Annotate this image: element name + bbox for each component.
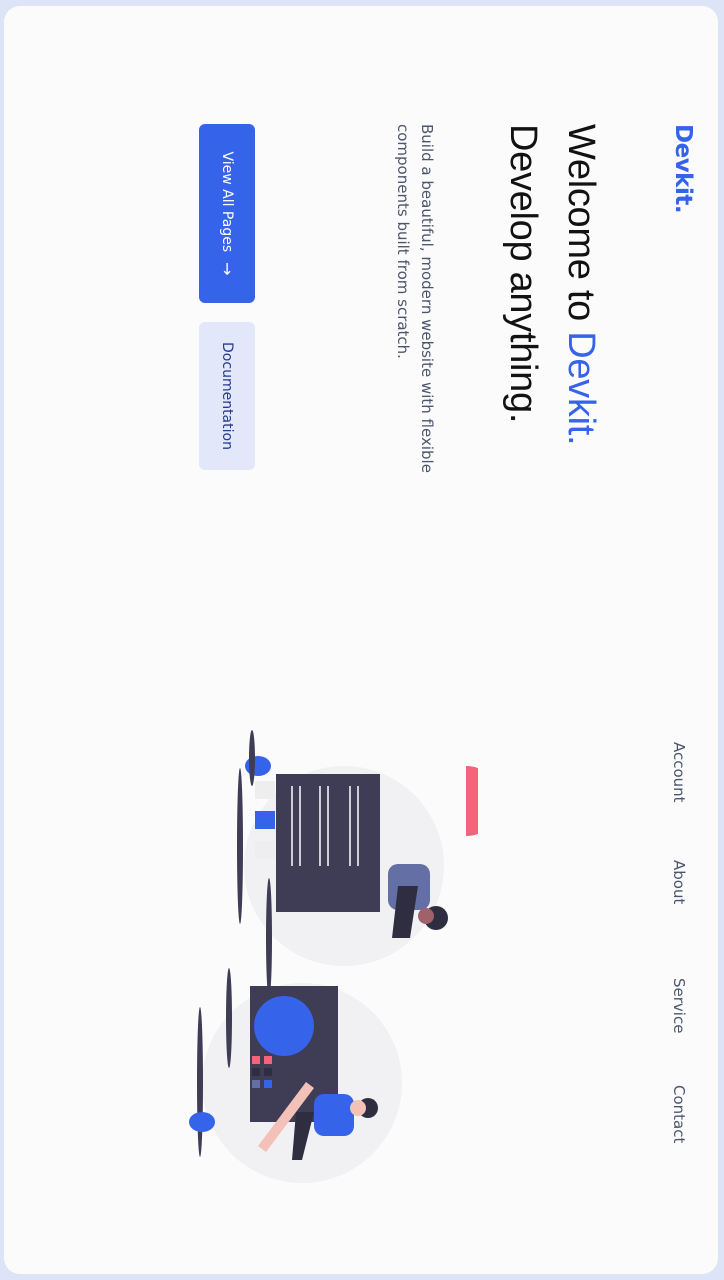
landing-page: Devkit. Account About Service Contact We… (4, 6, 718, 1274)
hero-title-accent: Devkit. (560, 331, 602, 446)
rack-slot-white-2 (255, 841, 275, 859)
hero-illustration (189, 730, 478, 1183)
hero-title-prefix: Welcome to (560, 124, 602, 332)
brand-logo[interactable]: Devkit. (670, 124, 696, 213)
server-screen-circle (254, 996, 314, 1056)
documentation-label: Documentation (219, 342, 235, 450)
rack-slot-white-1 (255, 781, 275, 799)
hero-subtitle: Build a beautiful, modern website with f… (394, 124, 436, 473)
rack-slot-blue (255, 811, 275, 829)
documentation-button[interactable]: Documentation (199, 322, 255, 470)
nav-link-service[interactable]: Service (670, 978, 688, 1033)
view-all-pages-label: View All Pages (219, 151, 235, 253)
nav-link-contact[interactable]: Contact (670, 1085, 688, 1143)
arrow-right-icon: → (218, 262, 237, 276)
plant-leaf-left (245, 756, 271, 776)
pink-semicircle (466, 766, 478, 836)
nav-link-account[interactable]: Account (670, 742, 688, 803)
plant-leaf-right (189, 1112, 215, 1132)
hero-title-line2: Develop anything. (502, 124, 544, 424)
hero-title-line1: Welcome to Devkit. (559, 124, 602, 445)
view-all-pages-button[interactable]: View All Pages → (199, 124, 255, 303)
person-right-body (314, 1094, 354, 1136)
app-screen: Devkit. Account About Service Contact We… (4, 6, 718, 1274)
nav-link-about[interactable]: About (670, 860, 688, 904)
